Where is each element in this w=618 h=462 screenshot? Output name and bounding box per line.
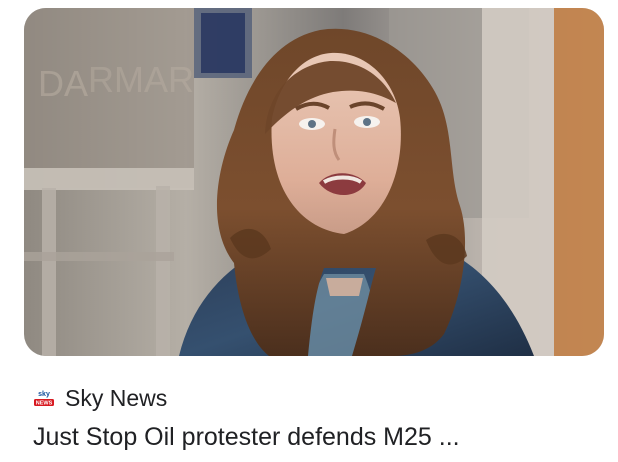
sky-news-logo-icon: sky NEWS <box>33 388 55 408</box>
source-name[interactable]: Sky News <box>65 384 167 412</box>
svg-text:DA: DA <box>38 63 88 104</box>
news-result-card[interactable]: DA RMAR sky NEWS Sky News Just Stop Oil … <box>0 0 618 462</box>
svg-text:sky: sky <box>38 391 50 398</box>
headline-link[interactable]: Just Stop Oil protester defends M25 ... <box>33 421 460 453</box>
svg-text:RMAR: RMAR <box>88 59 194 100</box>
news-thumbnail-image[interactable]: DA RMAR <box>24 8 604 356</box>
source-row[interactable]: sky NEWS Sky News <box>33 383 167 413</box>
svg-text:NEWS: NEWS <box>36 401 53 407</box>
thumbnail-frame[interactable]: DA RMAR <box>24 8 604 356</box>
